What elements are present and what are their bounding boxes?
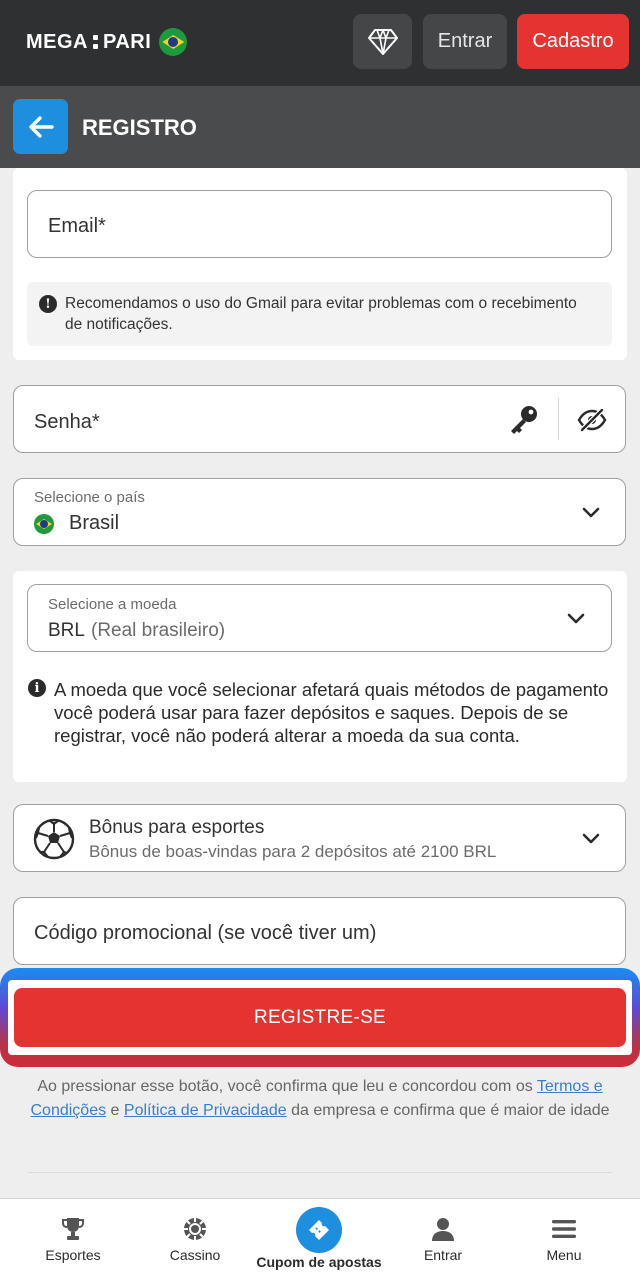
logo-colon [93, 35, 98, 49]
terms-prefix: Ao pressionar esse botão, você confirma … [37, 1078, 537, 1095]
back-button[interactable] [13, 99, 68, 154]
gmail-note: ! Recomendamos o uso do Gmail para evita… [27, 282, 612, 346]
bonus-subtitle: Bônus de boas-vindas para 2 depósitos at… [89, 842, 497, 861]
register-highlight: REGISTRE-SE [0, 968, 640, 1067]
nav-item-menu[interactable]: Menu [504, 1199, 624, 1280]
bottom-nav: Esportes Cassino Cupom de apostas Entrar [0, 1198, 640, 1280]
nav-label-cassino: Cassino [169, 1247, 221, 1263]
email-placeholder: Email* [48, 215, 106, 237]
user-icon [429, 1215, 457, 1243]
nav-item-cassino[interactable]: Cassino [135, 1199, 255, 1280]
arrow-left-icon [28, 115, 54, 138]
privacy-link[interactable]: Política de Privacidade [124, 1102, 287, 1119]
top-bar: MEGA PARI Entrar Cadastro [0, 0, 640, 86]
terms-text: Ao pressionar esse botão, você confirma … [12, 1075, 628, 1123]
logo-text-pari: PARI [103, 30, 152, 53]
password-field-divider [558, 398, 559, 440]
hamburger-icon [550, 1215, 578, 1243]
terms-and: e [106, 1102, 124, 1119]
diamond-icon [367, 28, 398, 55]
login-button[interactable]: Entrar [423, 14, 507, 69]
currency-label: Selecione a moeda [48, 596, 177, 613]
nav-label-esportes: Esportes [45, 1247, 101, 1263]
password-placeholder: Senha* [34, 411, 100, 433]
divider [28, 1172, 612, 1173]
bonus-title: Bônus para esportes [89, 817, 265, 838]
eye-slash-icon[interactable] [577, 408, 607, 432]
chevron-down-icon [567, 613, 585, 624]
logo-text-mega: MEGA [26, 30, 88, 53]
currency-code: BRL [48, 620, 85, 641]
email-field[interactable]: Email* [27, 190, 612, 258]
password-field[interactable]: Senha* [13, 385, 626, 453]
gmail-note-text: Recomendamos o uso do Gmail para evitar … [65, 295, 577, 333]
terms-suffix: da empresa e confirma que é maior de ida… [286, 1102, 610, 1119]
chevron-down-icon [582, 507, 600, 518]
promo-code-placeholder: Código promocional (se você tiver um) [34, 922, 377, 944]
nav-label-cupom: Cupom de apostas [256, 1254, 382, 1270]
alert-icon: ! [39, 295, 57, 313]
country-value: Brasil [69, 512, 120, 534]
register-button[interactable]: REGISTRE-SE [14, 988, 626, 1047]
bonus-select[interactable]: Bônus para esportes Bônus de boas-vindas… [13, 804, 626, 872]
vip-diamond-button[interactable] [353, 14, 412, 69]
bet-slip-button[interactable] [296, 1207, 342, 1253]
page-title: REGISTRO [82, 115, 197, 140]
currency-name: (Real brasileiro) [91, 620, 226, 641]
promo-code-field[interactable]: Código promocional (se você tiver um) [13, 897, 626, 965]
page-header: REGISTRO [0, 86, 640, 168]
register-button-container: REGISTRE-SE [8, 980, 632, 1055]
ticket-icon [309, 1220, 329, 1240]
nav-label-menu: Menu [546, 1247, 582, 1263]
nav-item-entrar[interactable]: Entrar [383, 1199, 503, 1280]
currency-note-text: A moeda que você selecionar afetará quai… [54, 679, 609, 746]
trophy-icon [59, 1215, 87, 1243]
info-icon: i [28, 679, 46, 697]
country-label: Selecione o país [34, 489, 145, 506]
brazil-flag-icon [159, 28, 188, 56]
nav-label-entrar: Entrar [423, 1247, 463, 1263]
signup-button[interactable]: Cadastro [517, 14, 629, 69]
casino-chip-icon [181, 1215, 209, 1243]
brazil-flag-icon [34, 514, 54, 534]
nav-item-esportes[interactable]: Esportes [13, 1199, 133, 1280]
key-icon[interactable] [508, 404, 540, 436]
chevron-down-icon [582, 833, 600, 844]
megapari-logo[interactable]: MEGA PARI [26, 27, 188, 57]
currency-select[interactable]: Selecione a moeda BRL (Real brasileiro) [27, 584, 612, 652]
country-select[interactable]: Selecione o país Brasil [13, 478, 626, 546]
soccer-ball-icon [33, 818, 75, 860]
